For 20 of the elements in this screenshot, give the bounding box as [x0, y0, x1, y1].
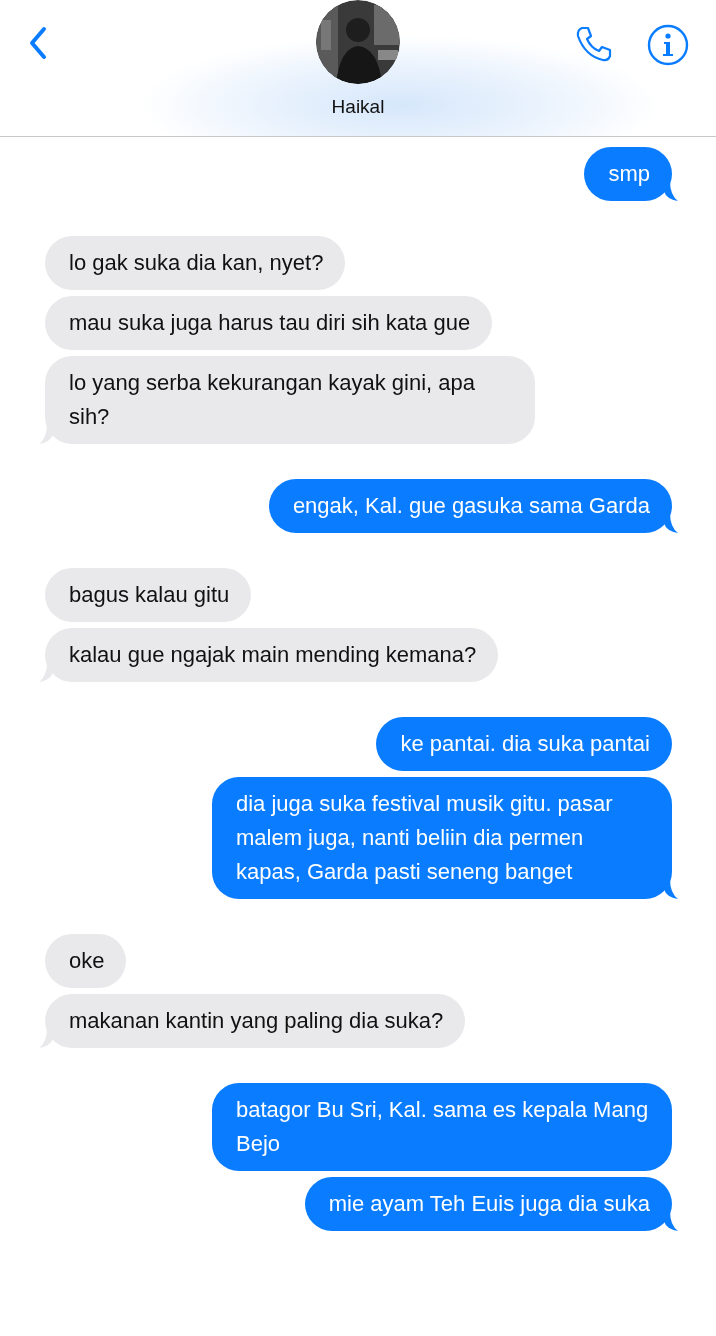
message-bubble: dia juga suka festival musik gitu. pasar malem juga, nanti beliin dia permen kapas, Garda pasti seneng banget	[212, 777, 672, 899]
back-icon[interactable]	[28, 26, 48, 60]
message-bubble: ke pantai. dia suka pantai	[376, 717, 672, 771]
message-bubble: batagor Bu Sri, Kal. sama es kepala Mang Bejo	[212, 1083, 672, 1171]
bubble-tail	[664, 181, 678, 201]
message-bubble: engak, Kal. gue gasuka sama Garda	[268, 479, 672, 533]
info-icon[interactable]	[647, 24, 689, 66]
message-bubble: kalau gue ngajak main mending kemana?	[45, 628, 499, 682]
message-bubble: mie ayam Teh Euis juga dia suka	[304, 1177, 672, 1231]
contact-name: Haikal	[331, 96, 385, 118]
message-bubble: mau suka juga harus tau diri sih kata gue	[45, 296, 493, 350]
message-bubble: smp	[584, 147, 672, 201]
message-bubble: oke	[45, 934, 127, 988]
bubble-tail	[664, 1211, 678, 1231]
bubble-tail	[664, 513, 678, 533]
bubble-tail	[664, 879, 678, 899]
message-bubble: lo yang serba kekurangan kayak gini, apa sih?	[45, 356, 535, 444]
message-bubble: bagus kalau gitu	[45, 568, 252, 622]
message-bubble: lo gak suka dia kan, nyet?	[45, 236, 346, 290]
message-bubble: makanan kantin yang paling dia suka?	[45, 994, 466, 1048]
